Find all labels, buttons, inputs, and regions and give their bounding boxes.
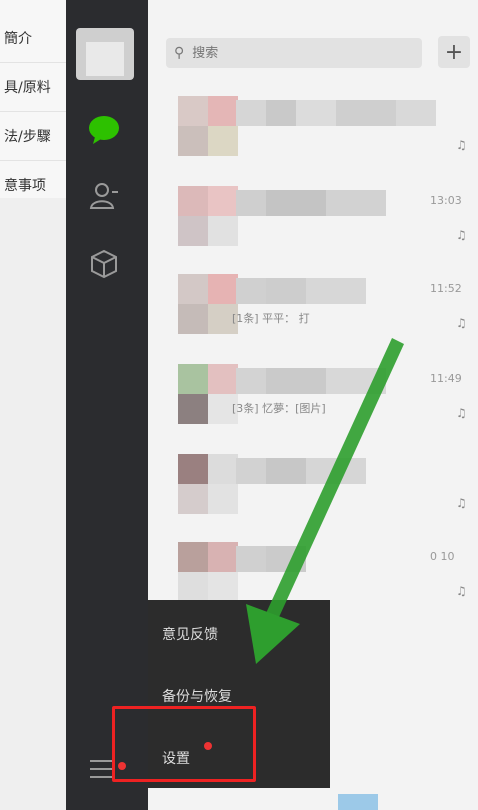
- green-arrow: [246, 338, 404, 664]
